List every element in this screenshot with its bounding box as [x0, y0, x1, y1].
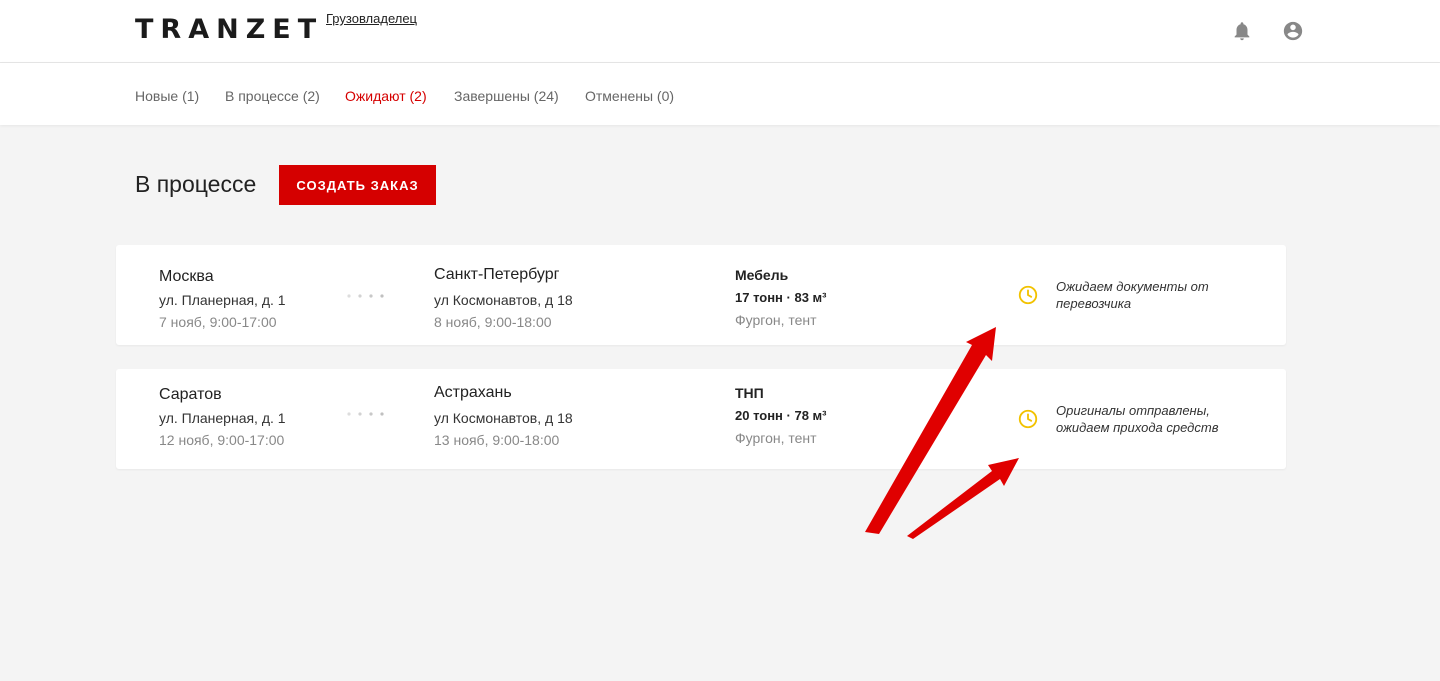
clock-icon: [1018, 409, 1038, 429]
origin-city: Саратов: [159, 386, 222, 403]
route-dots: [347, 412, 384, 416]
order-card[interactable]: Москва ул. Планерная, д. 1 7 нояб, 9:00-…: [116, 245, 1286, 345]
cargo-weight: 20 тонн · 78 м³: [735, 408, 827, 423]
destination-city: Астрахань: [434, 384, 512, 401]
tab-waiting[interactable]: Ожидают (2): [345, 88, 427, 104]
origin-address: ул. Планерная, д. 1: [159, 410, 286, 426]
status-tabs: Новые (1) В процессе (2) Ожидают (2) Зав…: [0, 63, 1440, 125]
tab-new[interactable]: Новые (1): [135, 88, 199, 104]
cargo-weight: 17 тонн · 83 м³: [735, 290, 827, 305]
logo[interactable]: TRANZET: [135, 14, 323, 45]
destination-address: ул Космонавтов, д 18: [434, 292, 573, 308]
origin-date: 12 нояб, 9:00-17:00: [159, 432, 285, 448]
order-card[interactable]: Саратов ул. Планерная, д. 1 12 нояб, 9:0…: [116, 369, 1286, 469]
origin-city: Москва: [159, 268, 214, 285]
destination-address: ул Космонавтов, д 18: [434, 410, 573, 426]
user-icon[interactable]: [1282, 20, 1304, 42]
order-status: Оригиналы отправлены, ожидаем прихода ср…: [1056, 403, 1219, 435]
cargo-name: ТНП: [735, 385, 764, 401]
role-link[interactable]: Грузовладелец: [326, 11, 417, 26]
destination-date: 8 нояб, 9:00-18:00: [434, 314, 552, 330]
annotation-arrow: [907, 458, 1019, 539]
route-dots: [347, 294, 384, 298]
cargo-name: Мебель: [735, 267, 789, 283]
create-order-button[interactable]: СОЗДАТЬ ЗАКАЗ: [279, 165, 436, 205]
destination-city: Санкт-Петербург: [434, 266, 560, 283]
order-status: Ожидаем документы от перевозчика: [1056, 279, 1209, 311]
origin-address: ул. Планерная, д. 1: [159, 292, 286, 308]
bell-icon[interactable]: [1231, 20, 1253, 42]
origin-date: 7 нояб, 9:00-17:00: [159, 314, 277, 330]
page-title: В процессе: [135, 171, 257, 197]
vehicle-type: Фургон, тент: [735, 430, 817, 446]
tab-in-progress[interactable]: В процессе (2): [225, 88, 320, 104]
app-header: TRANZET Грузовладелец: [0, 0, 1440, 63]
destination-date: 13 нояб, 9:00-18:00: [434, 432, 560, 448]
tab-cancelled[interactable]: Отменены (0): [585, 88, 674, 104]
tab-completed[interactable]: Завершены (24): [454, 88, 559, 104]
clock-icon: [1018, 285, 1038, 305]
vehicle-type: Фургон, тент: [735, 312, 817, 328]
